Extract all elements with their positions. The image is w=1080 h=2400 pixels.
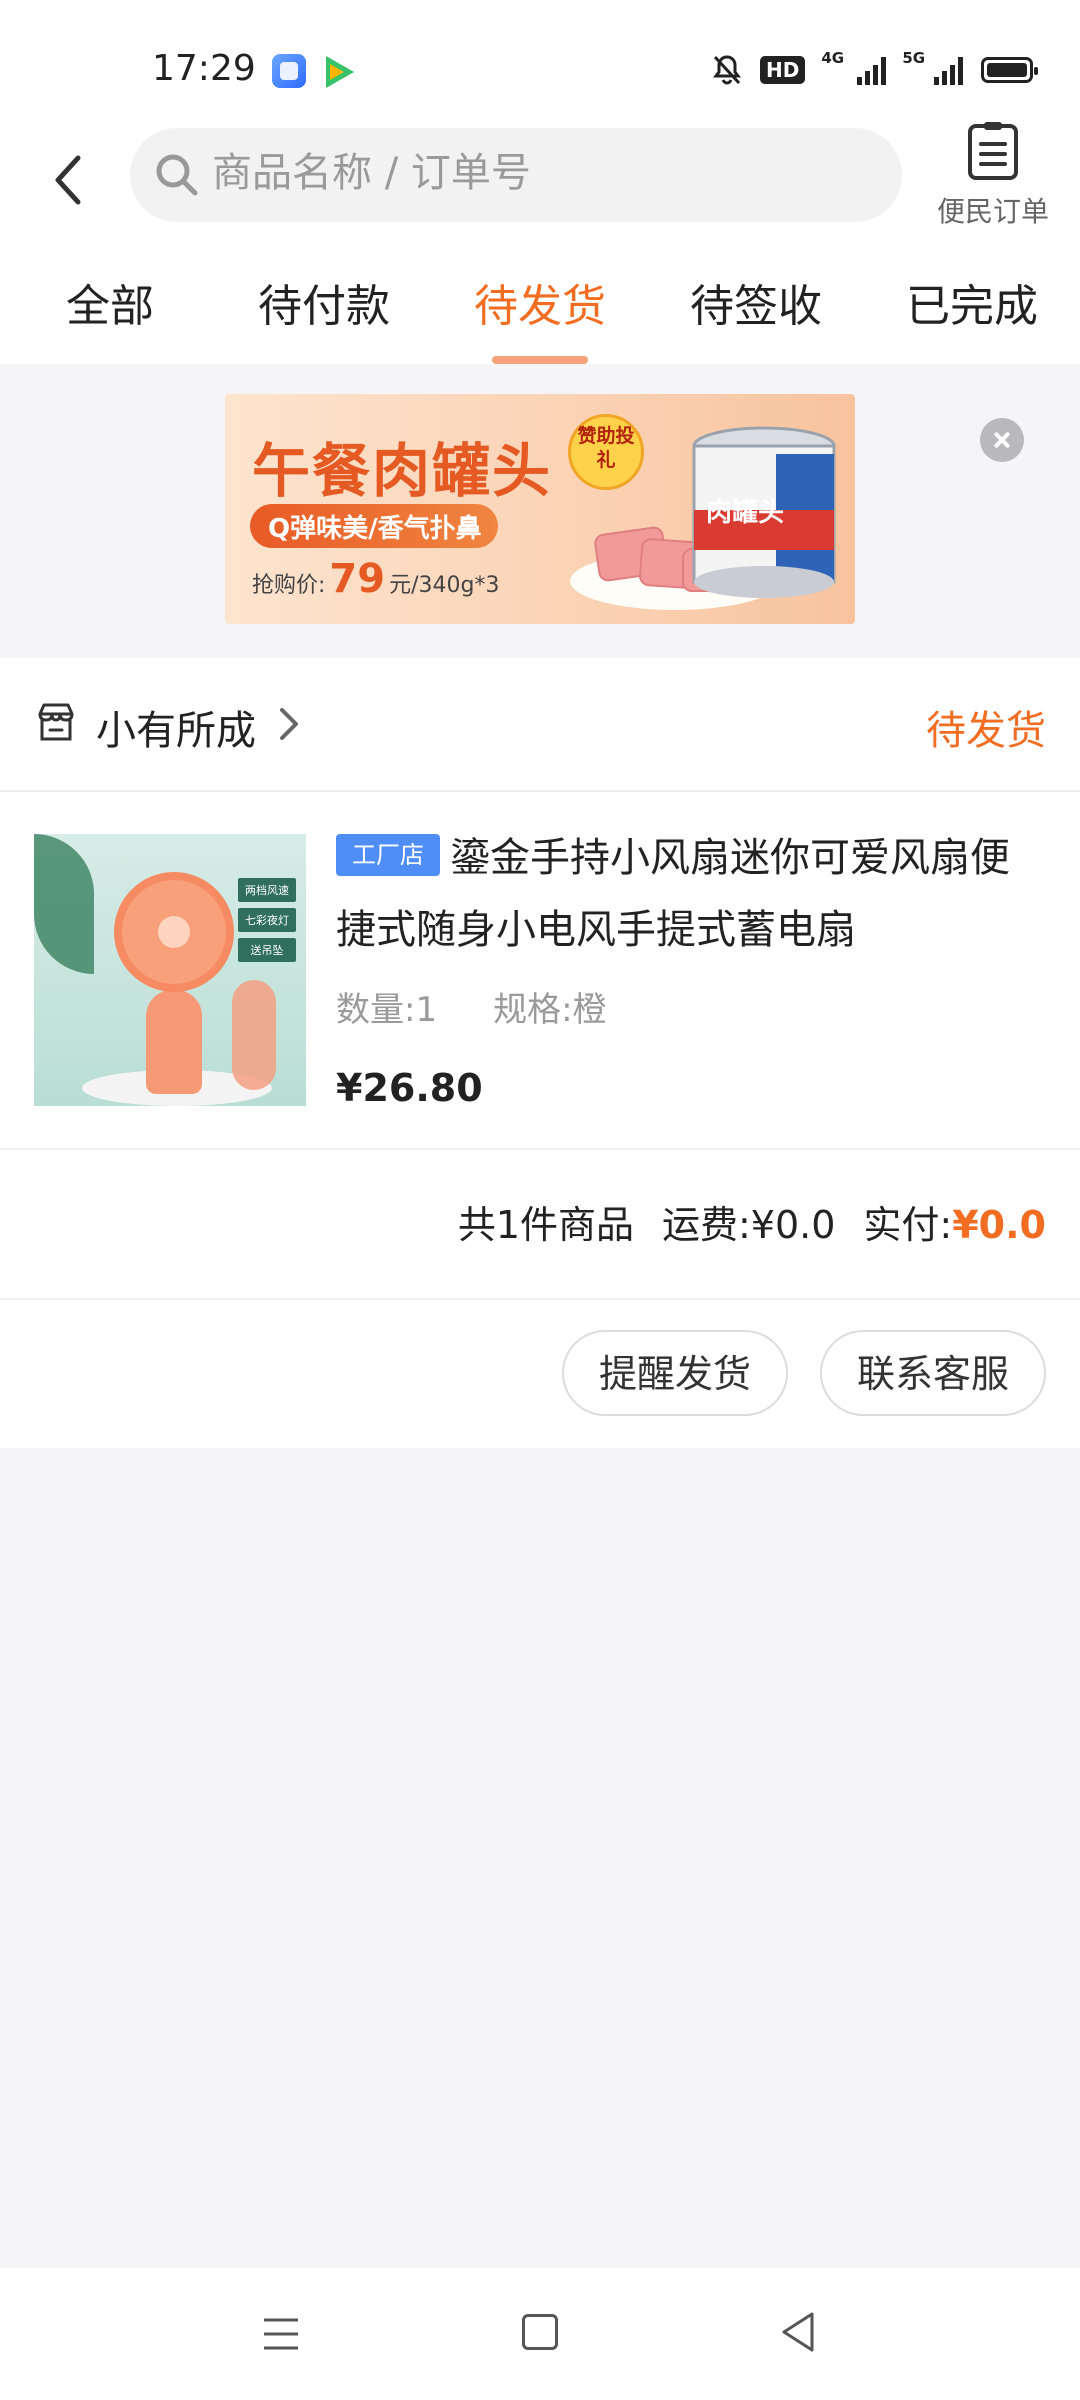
back-arrow-icon[interactable]	[44, 150, 104, 210]
banner-price-prefix: 抢购价:	[252, 573, 326, 598]
active-tab-indicator	[492, 356, 588, 364]
contact-service-button[interactable]: 联系客服	[820, 1330, 1046, 1416]
battery-icon	[981, 57, 1039, 83]
store-icon	[38, 703, 74, 741]
image-label: 七彩夜灯	[238, 908, 296, 932]
item-count: 共1件商品	[457, 1203, 634, 1247]
recent-apps-icon[interactable]	[262, 2314, 300, 2354]
tab-pending-shipment[interactable]: 待发货	[460, 270, 620, 334]
status-icons: HD 4G 5G	[712, 49, 1039, 90]
bell-off-icon	[713, 55, 741, 85]
banner-title: 午餐肉罐头	[252, 437, 553, 505]
video-app-icon-accent	[330, 64, 344, 80]
tab-completed[interactable]: 已完成	[892, 270, 1052, 334]
search-icon	[156, 154, 198, 196]
nav-back-icon[interactable]	[778, 2310, 818, 2354]
factory-store-tag: 工厂店	[336, 834, 440, 876]
tab-pending-receipt[interactable]: 待签收	[676, 270, 836, 334]
close-banner-icon[interactable]	[980, 418, 1024, 462]
paid-amount: ¥0.0	[952, 1203, 1046, 1247]
signal-5g-icon: 5G	[902, 49, 964, 85]
shipping-fee: 运费:¥0.0	[662, 1203, 836, 1247]
product-quantity: 数量:1	[336, 990, 438, 1030]
convenience-orders-label: 便民订单	[936, 195, 1049, 228]
shop-name: 小有所成	[96, 708, 256, 754]
tab-all[interactable]: 全部	[40, 270, 180, 334]
net-5g-label: 5G	[902, 49, 926, 67]
remind-shipment-button[interactable]: 提醒发货	[562, 1330, 788, 1416]
clipboard-icon	[968, 122, 1018, 180]
banner-price: 抢购价: 79 元/340g*3	[252, 556, 499, 602]
product-title[interactable]: 鎏金手持小风扇迷你可爱风扇便捷式随身小电风手提式蓄电扇	[336, 822, 1042, 966]
home-icon[interactable]	[522, 2314, 558, 2350]
app-notification-icon	[272, 54, 306, 88]
divider	[0, 790, 1080, 792]
product-meta: 数量:1 规格:橙	[336, 982, 663, 1031]
banner-badge-text: 赞助投礼	[577, 425, 635, 471]
banner-slogan: Q弹味美/香气扑鼻	[268, 514, 482, 544]
divider	[0, 1298, 1080, 1300]
product-image-labels: 两档风速 七彩夜灯 送吊坠	[238, 878, 296, 968]
tab-pending-payment[interactable]: 待付款	[244, 270, 404, 334]
order-status: 待发货	[926, 708, 1046, 754]
search-placeholder: 商品名称 / 订单号	[212, 150, 531, 196]
banner-price-value: 79	[329, 556, 386, 602]
image-label: 送吊坠	[238, 938, 296, 962]
product-price: ¥26.80	[336, 1066, 483, 1110]
fan-hub	[158, 916, 190, 948]
image-label: 两档风速	[238, 878, 296, 902]
order-summary: 共1件商品 运费:¥0.0 实付:¥0.0	[0, 1150, 1046, 1300]
fan-handle	[146, 990, 202, 1094]
fan-pendant	[232, 980, 276, 1090]
net-4g-label: 4G	[821, 49, 845, 67]
banner-price-suffix: 元/340g*3	[389, 573, 500, 598]
can-label: 肉罐头	[706, 498, 785, 528]
chevron-right-icon	[280, 708, 298, 740]
product-spec: 规格:橙	[493, 990, 607, 1030]
signal-4g-icon: 4G	[821, 49, 887, 85]
paid-label: 实付:	[863, 1203, 953, 1247]
hd-voice-badge: HD	[760, 56, 806, 84]
status-time: 17:29	[152, 48, 256, 89]
